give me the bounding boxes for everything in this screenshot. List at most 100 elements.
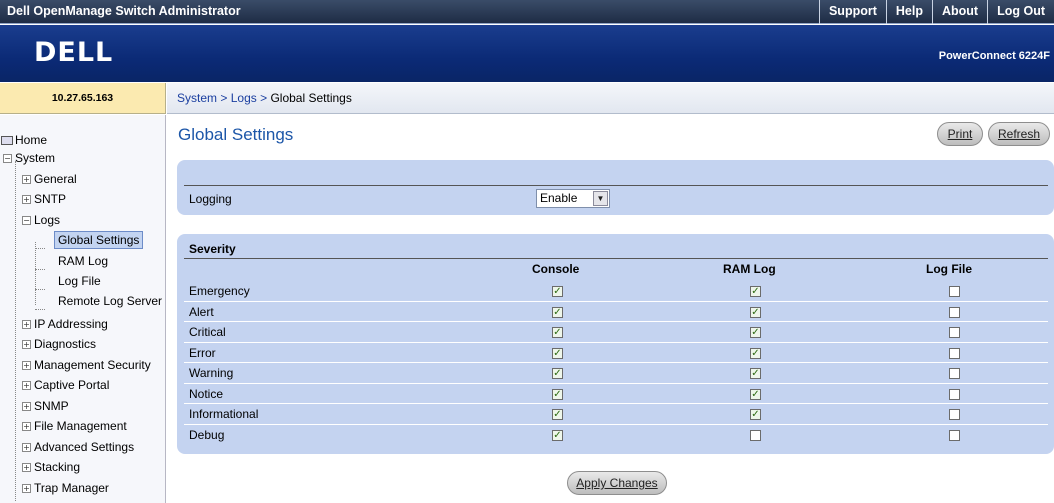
expand-icon[interactable]: + [22, 360, 31, 370]
sidebar-item-system[interactable]: − System [3, 149, 55, 167]
breadcrumb-separator: > [220, 91, 228, 105]
sidebar-item-sntp[interactable]: + SNTP [22, 190, 66, 208]
sidebar-item-label: Diagnostics [34, 337, 97, 351]
checkbox-ram-log[interactable] [750, 429, 761, 441]
checkbox-ram-log[interactable]: ✓ [750, 327, 761, 338]
dell-logo: DELL [34, 37, 130, 68]
checkbox-console[interactable]: ✓ [552, 409, 563, 420]
sidebar-item-ram-log[interactable]: RAM Log [58, 252, 108, 270]
sidebar-item-label: Logs [34, 213, 61, 227]
sidebar-item-snmp[interactable]: + SNMP [22, 397, 69, 415]
collapse-icon[interactable]: − [22, 215, 31, 225]
about-link[interactable]: About [931, 0, 987, 24]
expand-icon[interactable]: + [22, 380, 31, 390]
sidebar-item-label: Stacking [34, 460, 81, 474]
checkbox-ram-log[interactable]: ✓ [750, 306, 761, 318]
sidebar-item-label: Management Security [34, 358, 151, 372]
expand-icon[interactable]: + [22, 421, 31, 431]
row-divider [184, 403, 1048, 404]
sidebar-item-management-security[interactable]: + Management Security [22, 356, 151, 374]
checkbox-ram-log[interactable]: ✓ [750, 409, 761, 420]
tree-guide-line [35, 242, 36, 305]
sidebar-item-logs[interactable]: − Logs [22, 211, 60, 229]
checkbox-ram-log[interactable]: ✓ [750, 368, 761, 379]
sidebar-item-log-file[interactable]: Log File [58, 272, 101, 290]
sidebar-item-advanced-settings[interactable]: + Advanced Settings [22, 438, 134, 456]
expand-icon[interactable]: + [22, 483, 31, 493]
sidebar: Home − System + General + SNTP − Logs Gl… [0, 115, 166, 503]
breadcrumb-separator: > [260, 91, 268, 105]
checkbox-log-file[interactable] [949, 388, 960, 400]
panel-divider [184, 185, 1048, 186]
sidebar-item-label: Trap Manager [34, 481, 109, 495]
sidebar-item-label: Captive Portal [34, 378, 110, 392]
checkbox-log-file[interactable] [949, 409, 960, 420]
sidebar-item-label: Global Settings [58, 233, 140, 247]
checkbox-ram-log[interactable]: ✓ [750, 388, 761, 400]
checkbox-console[interactable]: ✓ [552, 368, 563, 379]
checkbox-log-file[interactable] [949, 286, 960, 297]
top-links: Support Help About Log Out [818, 0, 1054, 24]
sidebar-item-label: General [34, 172, 77, 186]
checkbox-console[interactable]: ✓ [552, 347, 563, 359]
monitor-icon [1, 135, 13, 145]
checkbox-log-file[interactable] [949, 306, 960, 318]
severity-row-label: Debug [189, 427, 225, 442]
breadcrumb-system[interactable]: System [177, 91, 217, 105]
checkbox-log-file[interactable] [949, 327, 960, 338]
sidebar-item-trap-manager[interactable]: + Trap Manager [22, 479, 109, 497]
severity-row-label: Critical [189, 325, 226, 339]
severity-header: Severity [189, 242, 236, 256]
tree-guide-line [35, 269, 45, 270]
sidebar-item-diagnostics[interactable]: + Diagnostics [22, 335, 96, 353]
expand-icon[interactable]: + [22, 462, 31, 472]
row-divider [184, 423, 1048, 425]
row-divider [184, 362, 1048, 363]
refresh-button[interactable]: Refresh [988, 122, 1050, 146]
severity-row-label: Alert [189, 304, 214, 319]
checkbox-ram-log[interactable]: ✓ [750, 286, 761, 297]
sidebar-item-label: SNTP [34, 192, 67, 206]
model-name: PowerConnect 6224F [938, 50, 1050, 62]
severity-row-label: Notice [189, 386, 224, 401]
checkbox-console[interactable]: ✓ [552, 306, 563, 318]
checkbox-log-file[interactable] [949, 368, 960, 379]
checkbox-console[interactable]: ✓ [552, 286, 563, 297]
expand-icon[interactable]: + [22, 174, 31, 184]
support-link[interactable]: Support [818, 0, 886, 24]
sidebar-item-label: Home [15, 133, 48, 147]
expand-icon[interactable]: + [22, 194, 31, 204]
sidebar-item-remote-log-server[interactable]: Remote Log Server [58, 292, 162, 310]
checkbox-console[interactable]: ✓ [552, 429, 563, 441]
checkbox-log-file[interactable] [949, 347, 960, 359]
sidebar-item-home[interactable]: Home [1, 131, 47, 149]
sidebar-item-general[interactable]: + General [22, 170, 77, 188]
help-link[interactable]: Help [885, 0, 932, 24]
sidebar-item-label: Remote Log Server [58, 294, 163, 308]
chevron-down-icon[interactable]: ▼ [593, 191, 608, 206]
logout-link[interactable]: Log Out [987, 0, 1054, 24]
sidebar-item-label: IP Addressing [34, 317, 108, 331]
print-button[interactable]: Print [937, 122, 983, 146]
apply-changes-button[interactable]: Apply Changes [567, 471, 667, 495]
checkbox-ram-log[interactable]: ✓ [750, 347, 761, 359]
sidebar-item-file-management[interactable]: + File Management [22, 417, 127, 435]
expand-icon[interactable]: + [22, 339, 31, 349]
breadcrumb-current: Global Settings [270, 91, 352, 105]
checkbox-log-file[interactable] [949, 429, 960, 441]
expand-icon[interactable]: + [22, 401, 31, 411]
breadcrumb-logs[interactable]: Logs [231, 91, 257, 105]
expand-icon[interactable]: + [22, 319, 31, 329]
sidebar-item-label: RAM Log [58, 254, 109, 268]
column-console: Console [532, 262, 580, 276]
logging-select[interactable]: Enable ▼ [536, 189, 610, 208]
checkbox-console[interactable]: ✓ [552, 327, 563, 338]
row-divider [184, 321, 1048, 322]
sidebar-item-captive-portal[interactable]: + Captive Portal [22, 376, 109, 394]
sidebar-item-stacking[interactable]: + Stacking [22, 458, 80, 476]
checkbox-console[interactable]: ✓ [552, 388, 563, 400]
expand-icon[interactable]: + [22, 442, 31, 452]
sidebar-item-ip-addressing[interactable]: + IP Addressing [22, 315, 108, 333]
sidebar-item-global-settings[interactable]: Global Settings [54, 231, 144, 249]
collapse-icon[interactable]: − [3, 153, 12, 163]
